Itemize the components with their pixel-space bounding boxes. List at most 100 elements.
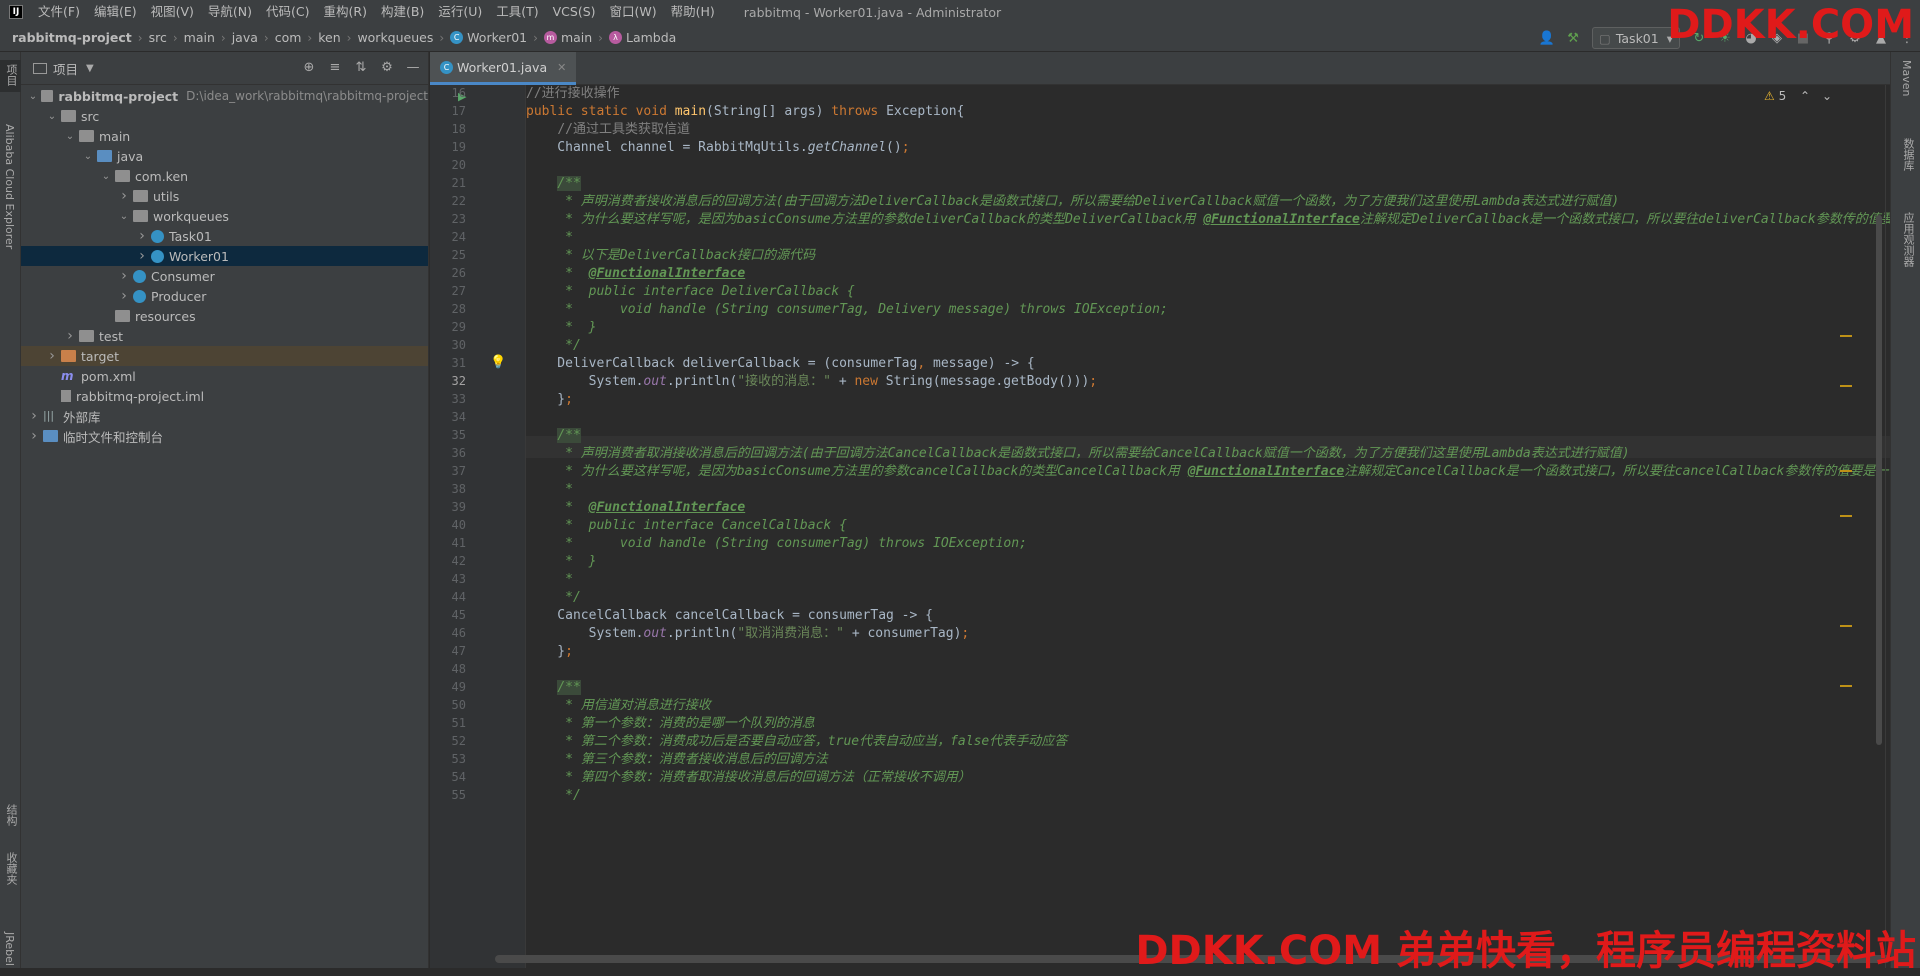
chevron-down-icon[interactable]: ▼ [86,63,94,74]
database-tool-tab[interactable]: 数据库 [1900,138,1916,171]
line-number[interactable]: 27 [430,284,466,298]
scroll-marker[interactable] [1840,515,1852,517]
line-number[interactable]: 19 [430,140,466,154]
app-observer-tool-tab[interactable]: 应用观测器 [1900,212,1916,267]
build-hammer-icon[interactable]: ⚒ [1562,27,1584,49]
line-number[interactable]: 50 [430,698,466,712]
tree-item[interactable]: › utils [21,186,428,206]
line-number[interactable]: 21 [430,176,466,190]
line-number[interactable]: 49 [430,680,466,694]
line-number[interactable]: 45 [430,608,466,622]
scroll-marker[interactable] [1840,625,1852,627]
project-tool-label[interactable]: 项目 [3,64,19,86]
line-number[interactable]: 55 [430,788,466,802]
breadcrumb-item[interactable]: ken [318,30,340,45]
code-line[interactable]: System.out.println("接收的消息：" + new String… [526,371,1098,393]
tree-item[interactable]: › Worker01 [21,246,428,266]
editor-gutter[interactable]: ▶ 💡 16 17 18 19 20 21 22 23 24 25 26 27 28 29 30 31 32 33… [430,85,526,968]
alibaba-cloud-explorer-tab[interactable]: Alibaba Cloud Explorer [3,124,16,249]
line-number[interactable]: 54 [430,770,466,784]
code-line[interactable]: */ [526,785,581,807]
line-number[interactable]: 18 [430,122,466,136]
line-number[interactable]: 44 [430,590,466,604]
vertical-scrollbar[interactable] [1876,215,1882,745]
line-number[interactable]: 26 [430,266,466,280]
maven-tool-tab[interactable]: Maven [1900,60,1913,96]
line-number[interactable]: 35 [430,428,466,442]
line-number[interactable]: 43 [430,572,466,586]
line-number[interactable]: 48 [430,662,466,676]
locate-file-icon[interactable]: ⊕ [300,59,318,77]
tree-item[interactable]: ⌄ src [21,106,428,126]
gear-icon[interactable]: ⚙ [378,59,396,77]
code-line[interactable]: Channel channel = RabbitMqUtils.getChann… [526,137,909,159]
line-number[interactable]: 25 [430,248,466,262]
line-number[interactable]: 30 [430,338,466,352]
project-panel-title[interactable]: 项目 [53,59,78,78]
line-number[interactable]: 29 [430,320,466,334]
breadcrumb-item[interactable]: com [275,30,302,45]
code-line[interactable]: }; [526,389,573,411]
scroll-marker[interactable] [1840,385,1852,387]
menu-item[interactable]: VCS(S) [546,0,603,24]
jrebel-tool-tab[interactable]: JRebel [3,932,16,966]
tree-item[interactable]: › ||| 外部库 [21,406,428,426]
inspection-widget[interactable]: ⚠ 5 ⌃ ⌄ [1764,89,1832,103]
tree-item[interactable]: ⌄ main [21,126,428,146]
menu-item[interactable]: 导航(N) [201,0,259,24]
chevron-down-icon[interactable]: ⌄ [63,131,77,142]
code-line[interactable]: * void handle (String consumerTag) throw… [526,533,1027,555]
menu-item[interactable]: 运行(U) [431,0,489,24]
line-number[interactable]: 40 [430,518,466,532]
line-number[interactable]: 20 [430,158,466,172]
scroll-marker[interactable] [1840,335,1852,337]
line-number[interactable]: 51 [430,716,466,730]
breadcrumb-item[interactable]: java [232,30,258,45]
structure-tool-tab[interactable]: 结构 [3,804,19,826]
close-icon[interactable]: ✕ [557,61,566,74]
chevron-down-icon[interactable]: ⌄ [99,171,113,182]
chevron-down-icon[interactable]: ⌄ [45,111,59,122]
chevron-right-icon[interactable]: › [45,348,59,364]
expand-all-icon[interactable]: ≡ [326,59,344,77]
menu-item[interactable]: 编辑(E) [87,0,144,24]
scroll-marker[interactable] [1840,685,1852,687]
tree-item[interactable]: › test [21,326,428,346]
chevron-right-icon[interactable]: › [117,188,131,204]
code-line[interactable]: * 第四个参数：消费者取消接收消息后的回调方法（正常接收不调用） [526,767,971,789]
line-number[interactable]: 31 [430,356,466,370]
tree-item[interactable]: › 临时文件和控制台 [21,426,428,446]
chevron-down-icon[interactable]: ⌄ [117,211,131,222]
chevron-up-icon[interactable]: ⌃ [1800,89,1810,103]
line-number[interactable]: 34 [430,410,466,424]
tree-item[interactable]: rabbitmq-project.iml [21,386,428,406]
code-editor[interactable]: ▶ 💡 16 17 18 19 20 21 22 23 24 25 26 27 28 29 30 31 32 33… [430,85,1890,968]
line-number[interactable]: 36 [430,446,466,460]
line-number[interactable]: 38 [430,482,466,496]
hide-panel-icon[interactable]: — [404,59,422,77]
menu-item[interactable]: 视图(V) [144,0,201,24]
menu-item[interactable]: 帮助(H) [664,0,722,24]
chevron-down-icon[interactable]: ⌄ [1822,89,1832,103]
chevron-right-icon[interactable]: › [117,268,131,284]
code-line[interactable]: * 为什么要这样写呢，是因为basicConsume方法里的参数cancelCa… [526,461,1890,483]
breadcrumb-item[interactable]: m main [543,30,592,45]
tree-item[interactable]: ⌄ com.ken [21,166,428,186]
tree-item[interactable]: ⌄ rabbitmq-project D:\idea_work\rabbitmq\r… [21,86,428,106]
tree-item[interactable]: › Task01 [21,226,428,246]
collapse-all-icon[interactable]: ⇅ [352,59,370,77]
chevron-right-icon[interactable]: › [27,428,41,444]
line-number[interactable]: 39 [430,500,466,514]
line-number[interactable]: 53 [430,752,466,766]
tree-item[interactable]: m pom.xml [21,366,428,386]
line-number[interactable]: 42 [430,554,466,568]
menu-item[interactable]: 构建(B) [374,0,431,24]
tree-item[interactable]: ⌄ workqueues [21,206,428,226]
line-number[interactable]: 37 [430,464,466,478]
breadcrumb-item[interactable]: main [184,30,215,45]
breadcrumb-item[interactable]: workqueues [357,30,433,45]
line-number[interactable]: 28 [430,302,466,316]
user-icon[interactable]: 👤 [1536,27,1558,49]
line-number[interactable]: 33 [430,392,466,406]
line-number[interactable]: 41 [430,536,466,550]
